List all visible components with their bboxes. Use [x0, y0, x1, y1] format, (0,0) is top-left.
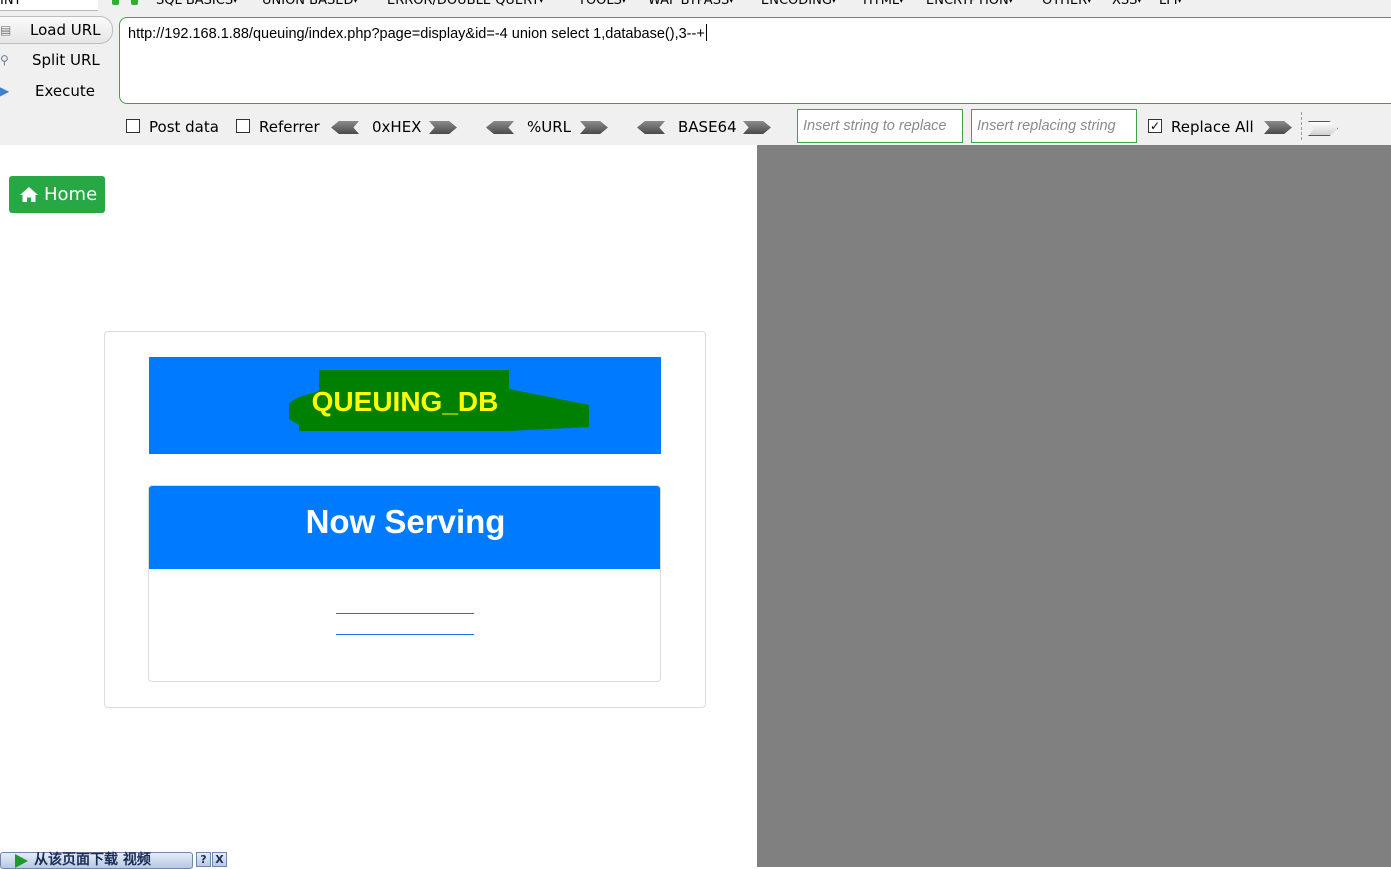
int-type-select[interactable]: INT [0, 0, 98, 11]
menu-waf-bypass[interactable]: WAF BYPASS▾ [648, 0, 733, 8]
database-banner: QUEUING_DB [149, 357, 661, 454]
enable-icon[interactable] [112, 0, 119, 5]
video-download-bar: 从该页面下载 视频 ? X [0, 850, 230, 869]
menu-xss[interactable]: XSS▾ [1112, 0, 1141, 8]
hex-encode-arrow-icon[interactable] [429, 121, 457, 134]
display-card: QUEUING_DB Now Serving [104, 331, 706, 708]
download-close-button[interactable]: X [212, 852, 227, 867]
replace-all-checkbox[interactable]: ✓ [1148, 119, 1162, 133]
home-label: Home [44, 184, 98, 205]
url-encode-label: %URL [527, 118, 572, 136]
menu-sql-basics[interactable]: SQL BASICS▾ [156, 0, 237, 8]
menu-lfi[interactable]: LFI▾ [1159, 0, 1182, 8]
home-icon [20, 187, 38, 202]
video-download-button[interactable]: 从该页面下载 视频 [0, 852, 193, 869]
load-url-icon: ▤ [0, 23, 12, 37]
url-value: http://192.168.1.88/queuing/index.php?pa… [128, 26, 705, 42]
url-decode-arrow-icon[interactable] [486, 121, 514, 134]
home-button[interactable]: Home [9, 176, 105, 213]
menu-union-based[interactable]: UNION BASED▾ [262, 0, 357, 8]
load-url-button[interactable]: ▤ Load URL [0, 16, 113, 44]
serving-number-line [336, 613, 474, 614]
execute-play-icon: ▶ [0, 84, 10, 98]
split-url-icon: ⚲ [0, 53, 9, 67]
play-icon [15, 854, 28, 868]
base64-encode-arrow-icon[interactable] [743, 121, 771, 134]
replace-run-arrow-icon[interactable] [1264, 121, 1292, 134]
replace-with-input[interactable]: Insert replacing string [971, 109, 1137, 143]
post-data-checkbox[interactable] [126, 119, 140, 133]
execute-label: Execute [35, 82, 95, 100]
url-encode-arrow-icon[interactable] [580, 121, 608, 134]
execute-button[interactable]: ▶ Execute [0, 78, 112, 104]
replace-search-placeholder: Insert string to replace [803, 118, 947, 134]
split-url-button[interactable]: ⚲ Split URL [0, 47, 112, 73]
replace-run-all-arrow-icon[interactable] [1308, 121, 1338, 136]
menu-html[interactable]: HTML▾ [863, 0, 903, 8]
int-type-label: INT [0, 0, 22, 8]
split-url-label: Split URL [32, 51, 100, 69]
menu-tools[interactable]: TOOLS▾ [578, 0, 626, 8]
hackbar-options-row: Post data Referrer 0xHEX %URL BASE64 Ins… [0, 109, 1391, 143]
load-url-label: Load URL [30, 21, 101, 39]
post-data-label: Post data [149, 118, 219, 136]
now-serving-card: Now Serving [148, 485, 661, 682]
download-help-button[interactable]: ? [196, 852, 211, 867]
close-icon: X [215, 853, 224, 866]
url-textarea[interactable]: http://192.168.1.88/queuing/index.php?pa… [119, 17, 1391, 104]
video-download-label: 从该页面下载 视频 [34, 852, 151, 868]
toolbar-divider [1301, 112, 1302, 140]
text-caret [705, 24, 707, 41]
database-name: QUEUING_DB [311, 386, 499, 417]
menu-encryption[interactable]: ENCRYPTION▾ [926, 0, 1013, 8]
page-content: Home QUEUING_DB Now Serving [0, 145, 757, 867]
base64-label: BASE64 [678, 118, 737, 136]
gray-side-pane [757, 145, 1391, 867]
menu-error-double-query[interactable]: ERROR/DOUBLE QUERY▾ [387, 0, 543, 8]
hex-decode-arrow-icon[interactable] [331, 121, 359, 134]
hackbar-menu-row: INT SQL BASICS▾ UNION BASED▾ ERROR/DOUBL… [0, 0, 1391, 12]
base64-decode-arrow-icon[interactable] [637, 121, 665, 134]
help-icon: ? [200, 853, 207, 866]
replace-search-input[interactable]: Insert string to replace [797, 109, 963, 143]
replace-with-placeholder: Insert replacing string [977, 118, 1116, 134]
now-serving-title: Now Serving [149, 486, 660, 569]
menu-other[interactable]: OTHER▾ [1042, 0, 1091, 8]
menu-encoding[interactable]: ENCODING▾ [761, 0, 836, 8]
hex-label: 0xHEX [372, 118, 422, 136]
referrer-checkbox[interactable] [236, 119, 250, 133]
referrer-label: Referrer [259, 118, 320, 136]
add-icon[interactable] [131, 0, 138, 5]
hackbar-toolbar: INT SQL BASICS▾ UNION BASED▾ ERROR/DOUBL… [0, 0, 1391, 145]
serving-number-line [336, 634, 474, 635]
replace-all-label: Replace All [1171, 118, 1254, 136]
